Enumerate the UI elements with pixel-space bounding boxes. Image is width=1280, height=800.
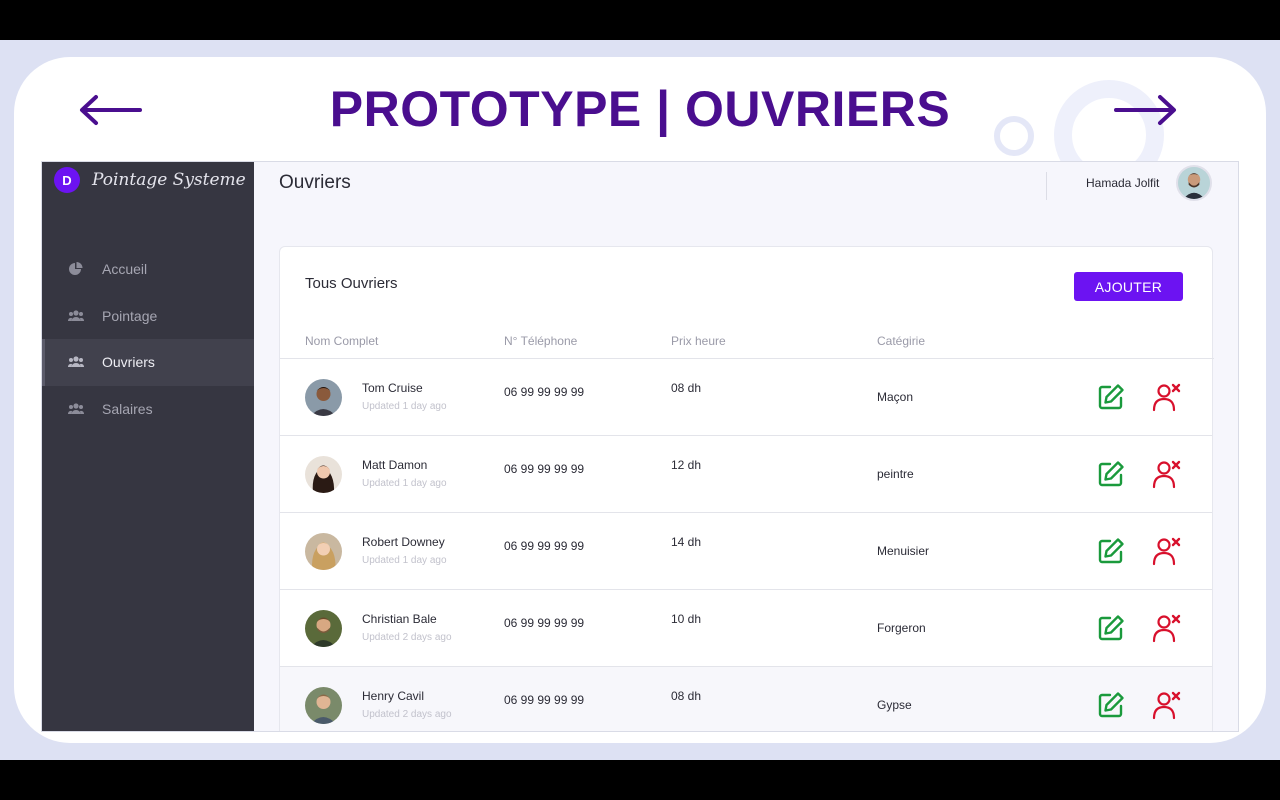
edit-icon[interactable] (1097, 614, 1125, 642)
remove-user-icon[interactable] (1152, 613, 1182, 643)
sidebar-menu: Accueil Pointage Ouvriers Salaires (42, 246, 254, 432)
sidebar-item-pointage[interactable]: Pointage (42, 293, 254, 340)
worker-phone: 06 99 99 99 99 (504, 462, 585, 476)
sidebar: D Pointage Systeme Accueil Pointage Ouvr… (42, 162, 254, 731)
workers-table-card: Tous Ouvriers AJOUTER Nom Complet N° Tél… (279, 246, 1214, 731)
worker-phone: 06 99 99 99 99 (504, 539, 585, 553)
worker-name: Matt Damon (362, 458, 428, 472)
remove-user-icon[interactable] (1152, 382, 1182, 412)
table-row[interactable]: Christian Bale Updated 2 days ago 06 99 … (280, 590, 1212, 667)
worker-category: Forgeron (877, 621, 926, 635)
worker-updated: Updated 1 day ago (362, 478, 447, 489)
remove-user-icon[interactable] (1152, 690, 1182, 720)
table-row[interactable]: Matt Damon Updated 1 day ago 06 99 99 99… (280, 436, 1212, 513)
add-worker-button[interactable]: AJOUTER (1074, 272, 1183, 301)
worker-updated: Updated 1 day ago (362, 401, 447, 412)
avatar[interactable] (1176, 165, 1212, 201)
edit-icon[interactable] (1097, 537, 1125, 565)
table-row[interactable]: Tom Cruise Updated 1 day ago 06 99 99 99… (280, 359, 1212, 436)
table-header: Nom Complet N° Téléphone Prix heure Caté… (280, 327, 1214, 359)
worker-category: Menuisier (877, 544, 930, 558)
edit-icon[interactable] (1097, 460, 1125, 488)
brand-logo-letter: D (62, 172, 72, 188)
avatar (305, 610, 342, 647)
worker-phone: 06 99 99 99 99 (504, 693, 585, 707)
remove-user-icon[interactable] (1152, 459, 1182, 489)
letterbox-top (0, 0, 1280, 40)
worker-category: Gypse (877, 698, 912, 712)
worker-updated: Updated 2 days ago (362, 709, 452, 720)
sidebar-item-accueil[interactable]: Accueil (42, 246, 254, 293)
worker-category: Maçon (877, 390, 914, 404)
worker-name: Tom Cruise (362, 381, 423, 395)
worker-updated: Updated 2 days ago (362, 632, 452, 643)
column-header-price[interactable]: Prix heure (671, 334, 726, 348)
brand-logo-icon: D (54, 167, 80, 193)
worker-updated: Updated 1 day ago (362, 555, 447, 566)
table-row[interactable]: Robert Downey Updated 1 day ago 06 99 99… (280, 513, 1212, 590)
avatar (305, 687, 342, 724)
edit-icon[interactable] (1097, 383, 1125, 411)
app-window: D Pointage Systeme Accueil Pointage Ouvr… (41, 161, 1239, 732)
avatar (305, 533, 342, 570)
column-header-phone[interactable]: N° Téléphone (504, 334, 577, 348)
brand[interactable]: D Pointage Systeme (54, 166, 246, 194)
slide-title: PROTOTYPE | OUVRIERS (329, 81, 951, 137)
sidebar-item-salaires[interactable]: Salaires (42, 386, 254, 433)
sidebar-item-label: Salaires (102, 400, 153, 417)
sidebar-item-ouvriers[interactable]: Ouvriers (42, 339, 254, 386)
pie-chart-icon (68, 262, 84, 276)
card-title: Tous Ouvriers (305, 275, 398, 292)
worker-name: Henry Cavil (362, 689, 425, 703)
worker-hourly-price: 12 dh (671, 458, 702, 472)
letterbox-bottom (0, 760, 1280, 800)
main-content: Ouvriers Hamada Jolfit Tous Ouvriers AJO… (254, 162, 1238, 731)
worker-name: Christian Bale (362, 612, 437, 626)
users-icon (68, 309, 84, 323)
worker-hourly-price: 08 dh (671, 689, 702, 703)
remove-user-icon[interactable] (1152, 536, 1182, 566)
users-icon (68, 402, 84, 416)
column-header-name[interactable]: Nom Complet (305, 334, 378, 348)
header-divider (1046, 172, 1047, 200)
brand-name: Pointage Systeme (92, 170, 246, 190)
users-icon (68, 355, 84, 369)
avatar (305, 456, 342, 493)
worker-name: Robert Downey (362, 535, 445, 549)
arrow-right-icon[interactable] (1114, 92, 1178, 128)
edit-icon[interactable] (1097, 691, 1125, 719)
sidebar-item-label: Pointage (102, 307, 158, 324)
sidebar-item-label: Accueil (102, 261, 148, 278)
worker-phone: 06 99 99 99 99 (504, 385, 585, 399)
worker-phone: 06 99 99 99 99 (504, 616, 585, 630)
worker-hourly-price: 10 dh (671, 612, 702, 626)
column-header-category[interactable]: Catégirie (877, 334, 925, 348)
user-name[interactable]: Hamada Jolfit (1086, 176, 1159, 190)
worker-hourly-price: 08 dh (671, 381, 702, 395)
avatar (305, 379, 342, 416)
worker-hourly-price: 14 dh (671, 535, 702, 549)
table-row[interactable]: Henry Cavil Updated 2 days ago 06 99 99 … (280, 667, 1212, 731)
worker-category: peintre (877, 467, 914, 481)
page-title: Ouvriers (279, 172, 351, 193)
sidebar-item-label: Ouvriers (102, 354, 155, 371)
